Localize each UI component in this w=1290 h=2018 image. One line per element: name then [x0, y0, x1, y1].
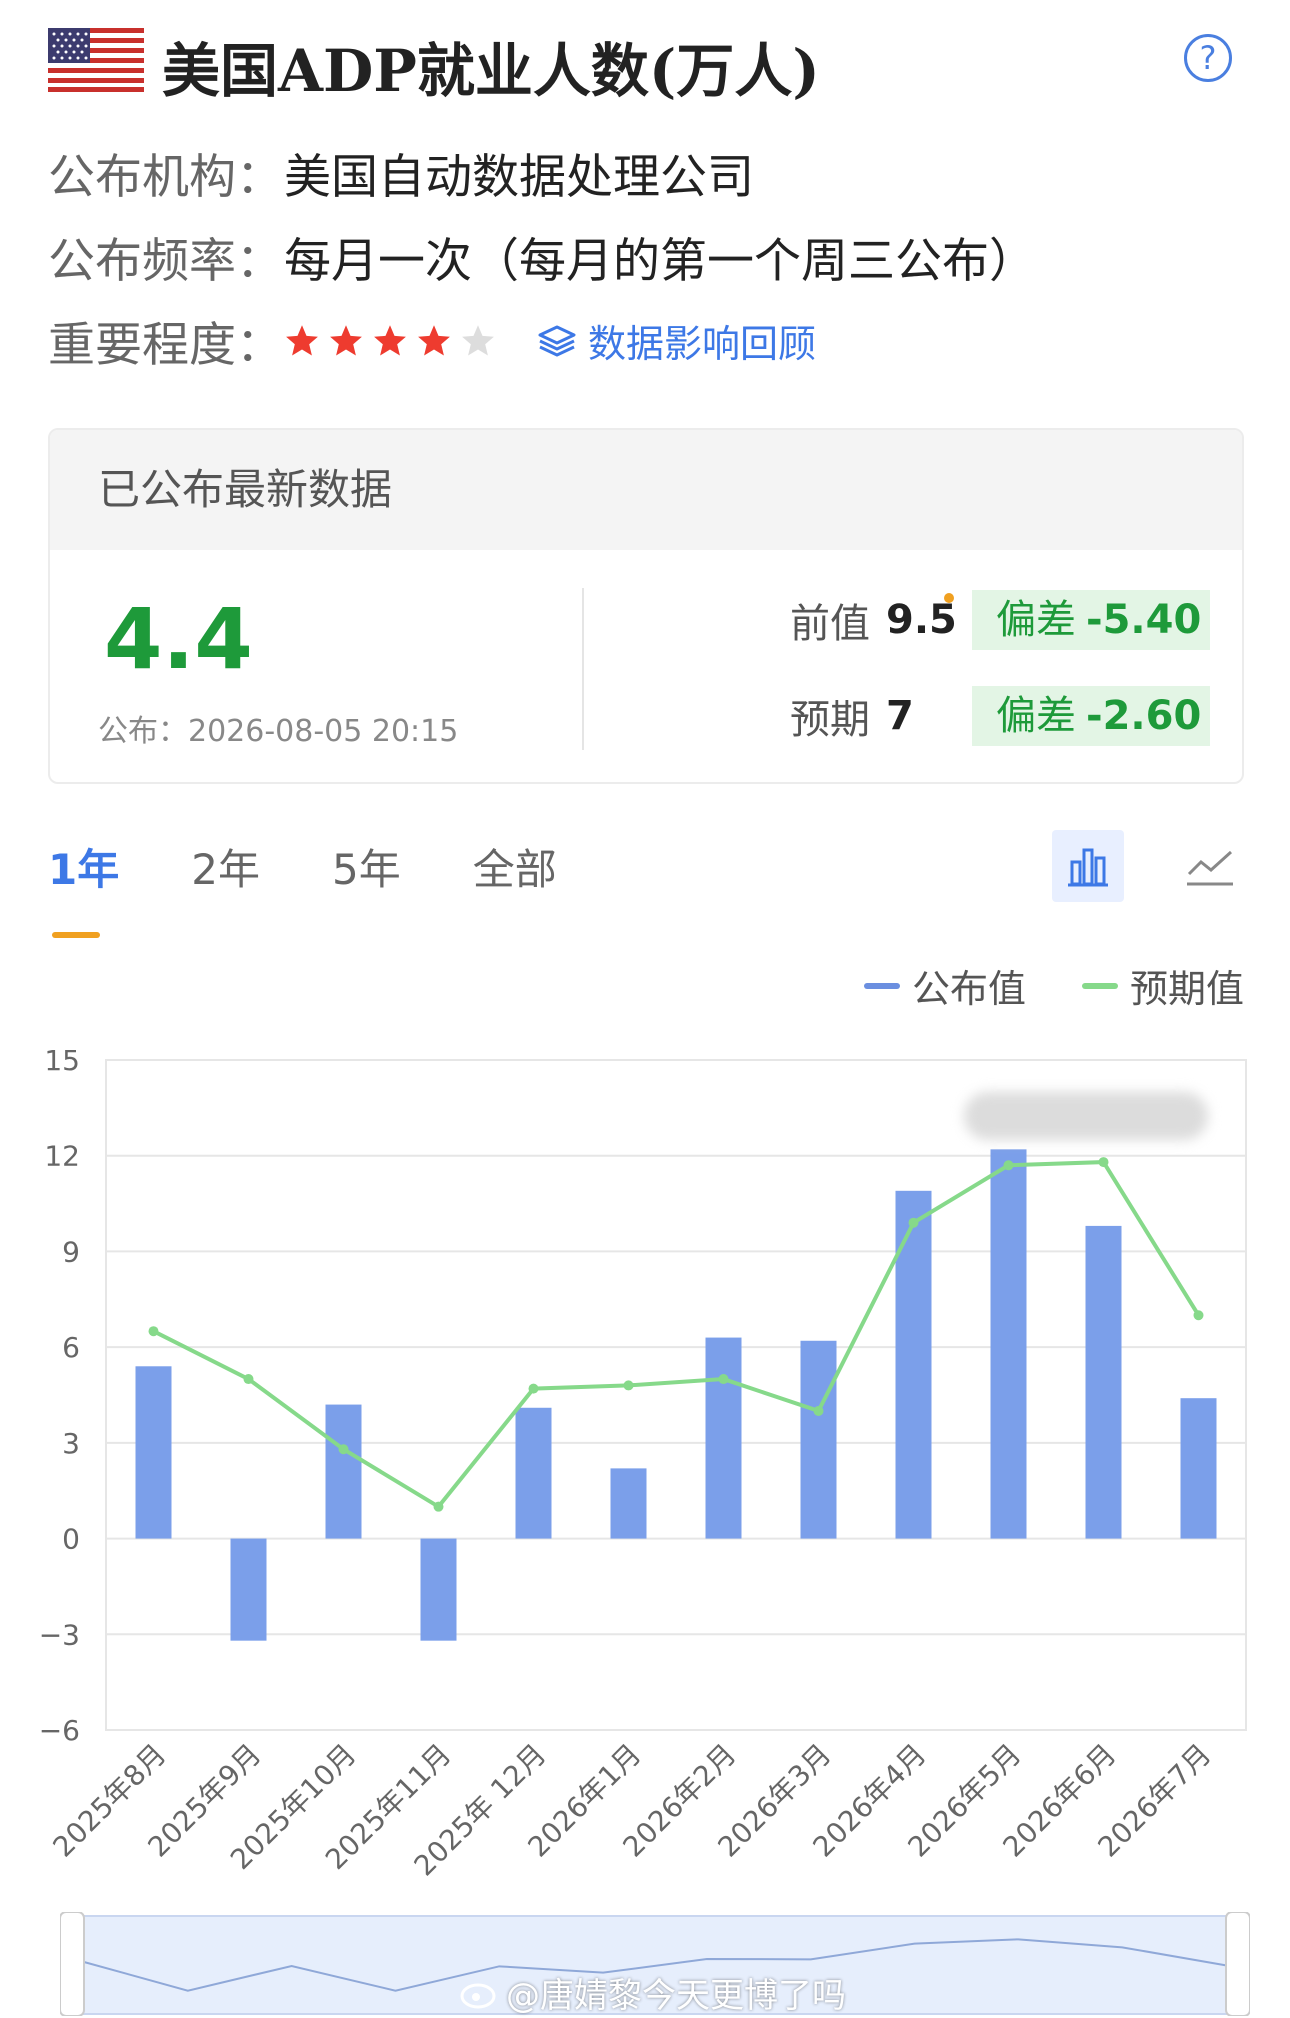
point-expected[interactable]	[623, 1380, 634, 1391]
plot-area	[105, 1059, 1247, 1731]
point-expected[interactable]	[908, 1217, 919, 1228]
point-expected[interactable]	[813, 1405, 824, 1416]
help-icon[interactable]: ?	[1184, 34, 1232, 82]
previous-label: 前值	[790, 601, 870, 647]
previous-deviation-badge: 偏差 -5.40	[972, 590, 1210, 650]
star-filled-icon	[330, 324, 362, 356]
watermark: @唐婧黎今天更博了吗	[460, 1968, 846, 2017]
navigator-left-handle	[60, 1912, 85, 2016]
blurred-tooltip	[964, 1092, 1208, 1140]
line-expected	[152, 1160, 1201, 1510]
star-filled-icon	[374, 324, 406, 356]
line-chart-icon	[1187, 850, 1233, 886]
star-filled-icon	[286, 324, 318, 356]
data-impact-review-link[interactable]: 数据影响回顾	[536, 313, 816, 368]
point-expected[interactable]	[338, 1444, 349, 1455]
legend-actual[interactable]: 公布值	[863, 958, 1026, 1013]
review-link-label: 数据影响回顾	[588, 322, 817, 366]
bar-actual[interactable]	[420, 1538, 457, 1641]
bar-actual[interactable]	[800, 1340, 837, 1539]
line-view-button[interactable]	[1180, 836, 1240, 896]
point-expected[interactable]	[148, 1326, 159, 1337]
bar-actual[interactable]	[990, 1149, 1027, 1539]
header: 美国ADP就业人数(万人) ?	[48, 22, 1242, 105]
publisher-row: 公布机构： 美国自动数据处理公司	[48, 138, 754, 207]
legend-actual-swatch	[863, 982, 900, 989]
latest-value: 4.4	[104, 590, 253, 688]
bar-view-button[interactable]	[1052, 830, 1124, 902]
y-tick-label: −6	[39, 1714, 80, 1747]
forecast-deviation-badge: 偏差 -2.60	[972, 686, 1210, 746]
y-tick-label: 9	[62, 1235, 80, 1268]
previous-row: 前值 9.5 偏差 -5.40	[790, 590, 1210, 650]
employment-chart: 15129630−3−62025年8月2025年9月2025年10月2025年1…	[39, 1044, 1247, 1882]
tab-1y[interactable]: 1年	[48, 836, 119, 938]
point-expected[interactable]	[1098, 1157, 1109, 1168]
card-divider	[582, 588, 584, 750]
bar-actual[interactable]	[135, 1366, 172, 1539]
point-expected[interactable]	[1003, 1160, 1014, 1171]
point-expected[interactable]	[718, 1374, 729, 1385]
tab-2y[interactable]: 2年	[191, 836, 260, 916]
bar-actual[interactable]	[325, 1404, 362, 1539]
y-tick-label: 6	[62, 1331, 80, 1364]
bar-actual[interactable]	[515, 1407, 552, 1539]
latest-data-heading: 已公布最新数据	[50, 430, 1242, 550]
forecast-label: 预期	[790, 697, 870, 743]
published-time: 公布：2026-08-05 20:15	[98, 714, 459, 749]
previous-value: 9.5	[886, 593, 972, 643]
point-expected[interactable]	[528, 1383, 539, 1394]
chart-legend: 公布值 预期值	[808, 958, 1244, 1013]
frequency-value: 每月一次（每月的第一个周三公布）	[284, 234, 1036, 289]
navigator-right-handle	[1225, 1912, 1250, 2016]
latest-data-card: 已公布最新数据 4.4 公布：2026-08-05 20:15 前值 9.5 偏…	[48, 428, 1244, 784]
star-filled-icon	[418, 324, 450, 356]
bar-actual[interactable]	[1085, 1225, 1122, 1539]
point-expected[interactable]	[243, 1374, 254, 1385]
bar-actual[interactable]	[705, 1337, 742, 1539]
us-flag-icon	[48, 28, 144, 92]
y-tick-label: 15	[44, 1044, 80, 1077]
importance-stars	[284, 323, 496, 359]
point-expected[interactable]	[433, 1501, 444, 1512]
tab-5y[interactable]: 5年	[332, 836, 401, 916]
revision-dot-icon	[944, 593, 954, 603]
watermark-text: @唐婧黎今天更博了吗	[506, 1976, 846, 2016]
publisher-value: 美国自动数据处理公司	[284, 150, 754, 205]
tab-all[interactable]: 全部	[473, 836, 557, 916]
weibo-icon	[460, 1983, 496, 2008]
star-empty-icon	[462, 324, 494, 356]
legend-expected-swatch	[1081, 982, 1118, 989]
y-tick-label: 0	[62, 1523, 80, 1556]
point-expected[interactable]	[1193, 1310, 1204, 1321]
importance-label: 重要程度：	[48, 318, 283, 373]
frequency-row: 公布频率： 每月一次（每月的第一个周三公布）	[48, 222, 1036, 291]
importance-row: 重要程度： 数据影响回顾	[48, 306, 816, 375]
page-title: 美国ADP就业人数(万人)	[162, 37, 820, 105]
y-tick-label: 12	[44, 1140, 80, 1173]
legend-expected[interactable]: 预期值	[1081, 958, 1244, 1013]
legend-expected-label: 预期值	[1129, 967, 1244, 1011]
bar-actual[interactable]	[1180, 1398, 1217, 1539]
forecast-row: 预期 7 偏差 -2.60	[790, 686, 1210, 746]
layers-icon	[538, 325, 576, 356]
publisher-label: 公布机构：	[48, 150, 283, 205]
bar-actual[interactable]	[610, 1468, 647, 1539]
bar-actual[interactable]	[230, 1538, 267, 1641]
y-tick-label: 3	[62, 1427, 80, 1460]
frequency-label: 公布频率：	[48, 234, 283, 289]
bar-chart-icon	[1068, 848, 1108, 887]
bar-actual[interactable]	[895, 1190, 932, 1539]
legend-actual-label: 公布值	[911, 967, 1026, 1011]
range-tabs: 1年 2年 5年 全部	[48, 836, 629, 938]
y-tick-label: −3	[39, 1618, 80, 1651]
forecast-value: 7	[886, 693, 914, 739]
